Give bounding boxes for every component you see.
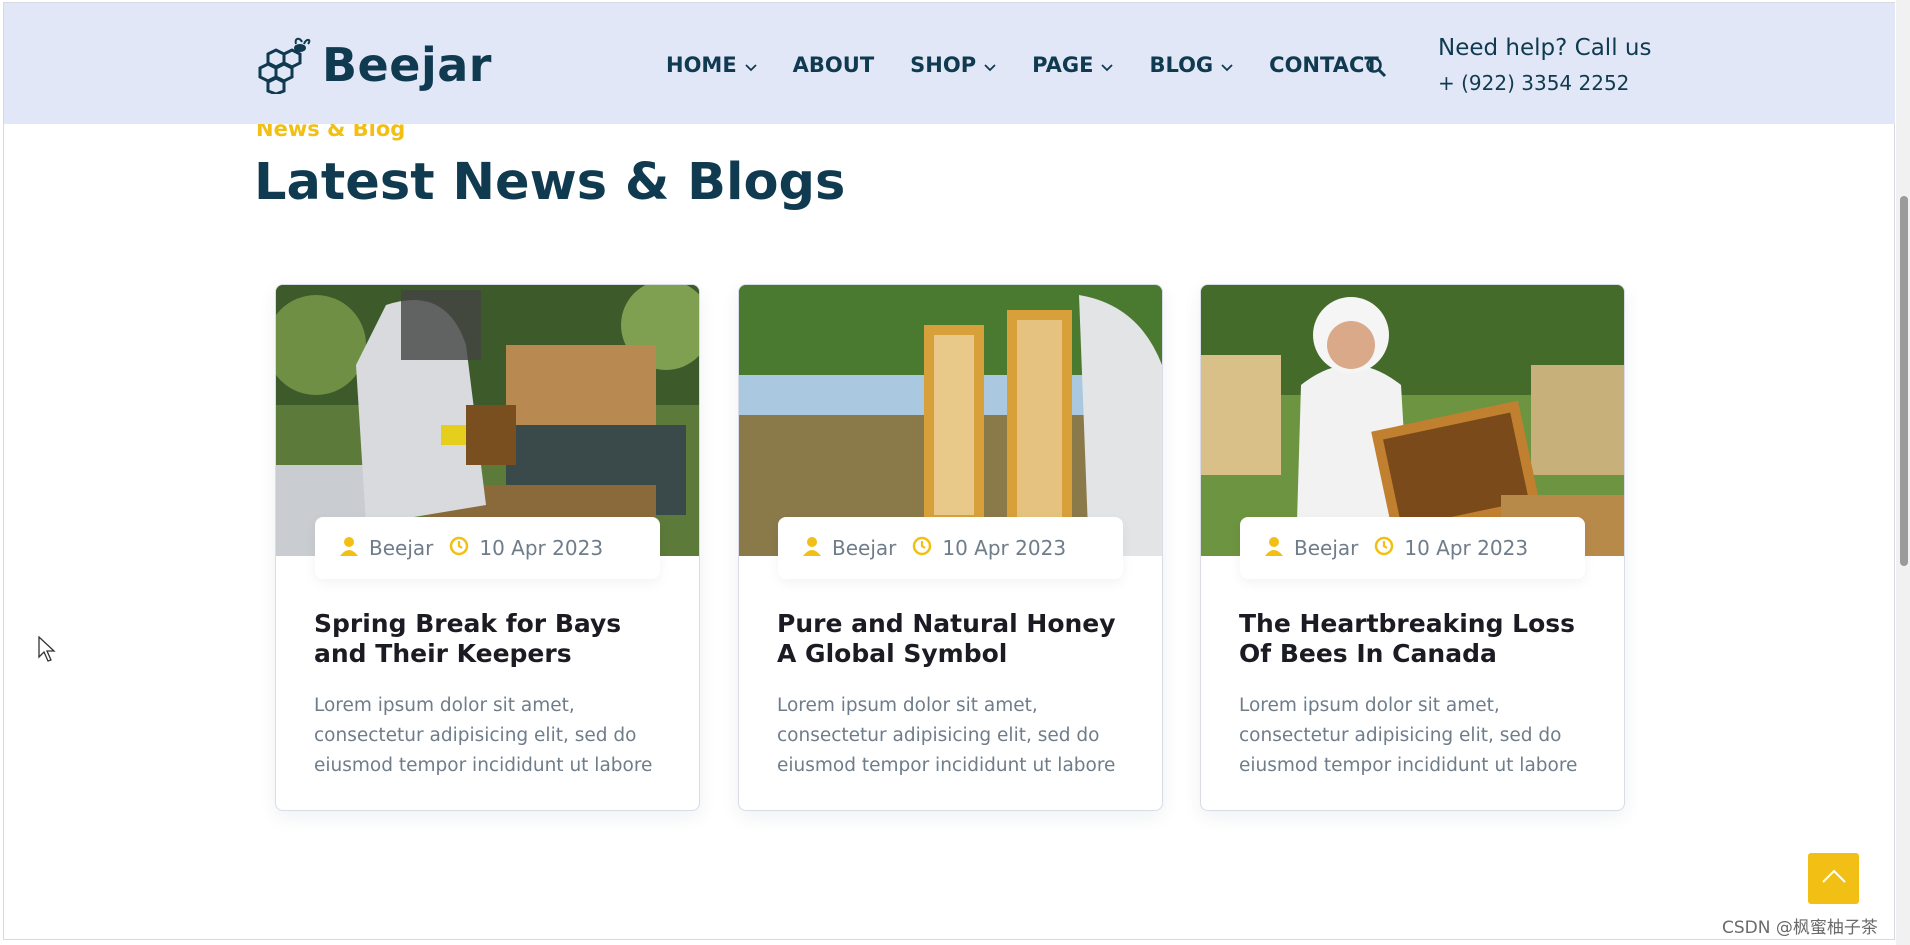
post-title[interactable]: The Heartbreaking Loss Of Bees In Canada	[1239, 609, 1589, 669]
nav-item-about[interactable]: ABOUT	[793, 53, 875, 77]
blog-card[interactable]: Beejar 10 Apr 2023 Spring Break for Bays…	[275, 284, 700, 811]
logo[interactable]: Beejar	[256, 36, 492, 94]
main-nav: HOME ABOUT SHOP PAGE BLOG CONTACT	[666, 53, 1415, 77]
post-title[interactable]: Spring Break for Bays and Their Keepers	[314, 609, 664, 669]
post-author[interactable]: Beejar	[832, 536, 896, 560]
post-excerpt: Lorem ipsum dolor sit amet, consectetur …	[1239, 695, 1578, 776]
post-date: 10 Apr 2023	[942, 536, 1067, 560]
clock-icon	[912, 536, 932, 561]
watermark: CSDN @枫蜜柚子茶	[1722, 918, 1878, 938]
mouse-cursor-icon	[38, 635, 56, 667]
help-title: Need help? Call us	[1438, 35, 1652, 61]
user-icon	[339, 536, 359, 561]
search-icon[interactable]	[1365, 56, 1387, 83]
nav-item-blog[interactable]: BLOG	[1149, 53, 1233, 77]
site-header: Beejar HOME ABOUT SHOP PAGE BLOG CONTACT…	[4, 3, 1895, 124]
nav-item-label: CONTACT	[1269, 53, 1379, 77]
chevron-down-icon	[745, 53, 757, 77]
chevron-down-icon	[1101, 53, 1114, 77]
back-to-top-button[interactable]	[1808, 853, 1859, 904]
post-date: 10 Apr 2023	[479, 536, 604, 560]
nav-item-page[interactable]: PAGE	[1032, 53, 1114, 77]
honeycomb-frames-photo[interactable]	[739, 285, 1162, 556]
nav-item-label: PAGE	[1032, 53, 1094, 77]
post-title[interactable]: Pure and Natural Honey A Global Symbol	[777, 609, 1127, 669]
beekeeper-inspecting-frame-photo[interactable]	[276, 285, 699, 556]
post-meta: Beejar 10 Apr 2023	[1240, 517, 1585, 579]
blog-card[interactable]: Beejar 10 Apr 2023 The Heartbreaking Los…	[1200, 284, 1625, 811]
help-contact: Need help? Call us + (922) 3354 2252	[1438, 35, 1651, 95]
clock-icon	[1374, 536, 1394, 561]
user-icon	[802, 536, 822, 561]
scrollbar-thumb[interactable]	[1900, 196, 1908, 566]
nav-item-shop[interactable]: SHOP	[910, 53, 996, 77]
smiling-beekeeper-photo[interactable]	[1201, 285, 1624, 556]
post-date: 10 Apr 2023	[1404, 536, 1529, 560]
section-title: Latest News & Blogs	[254, 153, 846, 212]
post-author[interactable]: Beejar	[1294, 536, 1358, 560]
post-meta: Beejar 10 Apr 2023	[315, 517, 660, 579]
logo-text: Beejar	[322, 38, 492, 92]
chevron-down-icon	[1221, 53, 1233, 77]
post-meta: Beejar 10 Apr 2023	[778, 517, 1123, 579]
nav-item-label: SHOP	[910, 53, 977, 77]
nav-item-label: BLOG	[1149, 53, 1214, 77]
nav-item-home[interactable]: HOME	[666, 53, 757, 77]
post-author[interactable]: Beejar	[369, 536, 433, 560]
user-icon	[1264, 536, 1284, 561]
nav-item-label: ABOUT	[792, 53, 875, 77]
blog-card[interactable]: Beejar 10 Apr 2023 Pure and Natural Hone…	[738, 284, 1163, 811]
post-excerpt: Lorem ipsum dolor sit amet, consectetur …	[314, 695, 653, 776]
chevron-up-icon	[1821, 868, 1847, 889]
chevron-down-icon	[984, 53, 996, 77]
nav-item-contact[interactable]: CONTACT	[1269, 53, 1379, 77]
help-phone[interactable]: + (922) 3354 2252	[1438, 71, 1651, 95]
clock-icon	[449, 536, 469, 561]
post-excerpt: Lorem ipsum dolor sit amet, consectetur …	[777, 695, 1116, 776]
nav-item-label: HOME	[666, 53, 737, 77]
honeycomb-bee-logo-icon	[256, 36, 314, 94]
